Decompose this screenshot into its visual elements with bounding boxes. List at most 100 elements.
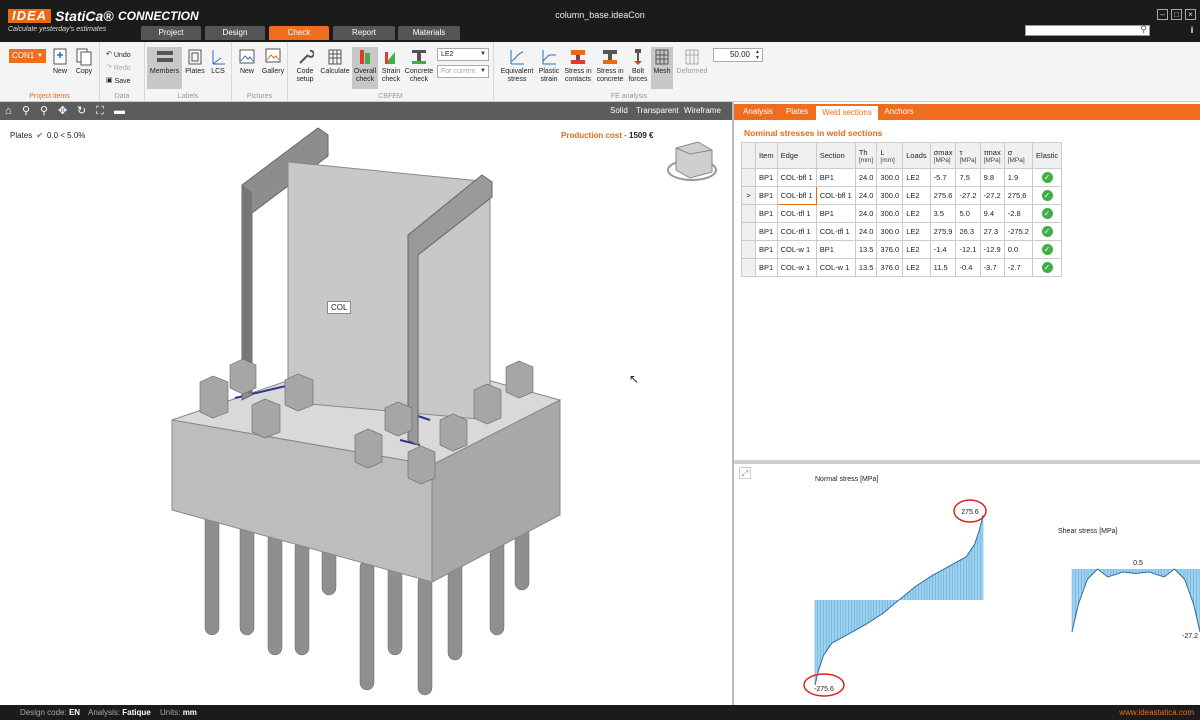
strain-check-button[interactable]: Strain check bbox=[379, 47, 403, 84]
new-picture-button[interactable]: New bbox=[236, 47, 258, 76]
tab-report[interactable]: Report bbox=[333, 26, 395, 40]
col-edge[interactable]: Edge bbox=[776, 142, 817, 169]
tab-anchors[interactable]: Anchors bbox=[880, 104, 918, 120]
table-cell: 5.0 bbox=[955, 204, 981, 223]
undo-button[interactable]: ↶ Undo bbox=[106, 49, 131, 61]
close-button[interactable]: × bbox=[1185, 9, 1196, 20]
save-button[interactable]: ▣ Save bbox=[106, 75, 131, 87]
col-th-label: Th bbox=[858, 147, 868, 157]
col-tmax-label: τmax bbox=[983, 147, 1001, 157]
col-l-label: L bbox=[880, 147, 885, 157]
view-mode-solid[interactable]: Solid bbox=[610, 106, 628, 115]
new-connection-button[interactable]: New bbox=[50, 47, 70, 76]
table-cell: BP1 bbox=[755, 168, 778, 187]
model-viewport[interactable]: Plates ✔ 0.0 < 5.0% Production cost - 1509… bbox=[0, 120, 732, 705]
table-cell: 275.6 bbox=[929, 186, 957, 205]
col-tau[interactable]: τ [MPa] bbox=[955, 142, 981, 169]
connection-selector[interactable]: CON1 ▼ bbox=[9, 49, 46, 63]
table-row[interactable]: BP1 COL-tfl 1 COL-tfl 1 24.0 300.0 LE2 275.9 26… bbox=[741, 222, 1063, 241]
col-section-label: Section bbox=[819, 151, 845, 160]
col-elastic[interactable]: Elastic bbox=[1031, 142, 1063, 169]
table-cell: 24.0 bbox=[854, 204, 878, 223]
col-section[interactable]: Section bbox=[815, 142, 856, 169]
search-input[interactable]: ⚲ bbox=[1025, 24, 1150, 36]
table-row[interactable]: BP1 COL-w 1 COL-w 1 13.5 376.0 LE2 11.5 -0.4 -3.… bbox=[741, 258, 1063, 277]
deformed-button[interactable]: Deformed bbox=[675, 47, 709, 76]
tab-plates[interactable]: Plates bbox=[780, 104, 814, 120]
col-th[interactable]: Th [mm] bbox=[854, 142, 878, 169]
maximize-button[interactable]: □ bbox=[1171, 9, 1182, 20]
tab-design[interactable]: Design bbox=[205, 26, 265, 40]
home-icon[interactable]: ⌂ bbox=[5, 104, 12, 118]
col-tau-unit: [MPa] bbox=[959, 156, 977, 164]
gallery-button[interactable]: Gallery bbox=[260, 47, 286, 76]
rotate-icon[interactable]: ↻ bbox=[77, 104, 86, 118]
table-row[interactable]: BP1 COL-w 1 BP1 13.5 376.0 LE2 -1.4 -12.1 -12.9 0… bbox=[741, 240, 1063, 259]
render-icon[interactable]: ▬ bbox=[114, 104, 125, 118]
spin-icon[interactable]: ▲ ▼ bbox=[755, 49, 760, 61]
picture-icon bbox=[239, 49, 255, 64]
minimize-button[interactable]: – bbox=[1157, 9, 1168, 20]
calculate-button[interactable]: Calculate bbox=[319, 47, 351, 76]
mesh-button[interactable]: Mesh bbox=[651, 47, 673, 89]
group-label-labels: Labels bbox=[177, 93, 199, 100]
table-row[interactable]: > BP1 COL-bfl 1 COL-bfl 1 24.0 300.0 LE2 275.6-… bbox=[741, 186, 1063, 205]
copy-connection-button[interactable]: Copy bbox=[73, 47, 95, 76]
zoom-extents-icon[interactable]: ⛶ bbox=[96, 104, 104, 118]
table-cell: -2.8 bbox=[1003, 204, 1033, 223]
col-loads[interactable]: Loads bbox=[902, 142, 931, 169]
redo-button[interactable]: ↷ Redo bbox=[106, 62, 131, 74]
pan-icon[interactable]: ✥ bbox=[58, 104, 67, 118]
info-icon[interactable]: i bbox=[1187, 25, 1197, 36]
overall-check-label: Overall check bbox=[353, 68, 377, 83]
deformation-scale-input[interactable]: 50.00 ▲ ▼ bbox=[713, 48, 763, 62]
stress-in-concrete-button[interactable]: Stress in concrete bbox=[595, 47, 625, 84]
col-tmax[interactable]: τmax [MPa] bbox=[979, 142, 1005, 169]
stress-in-contacts-button[interactable]: Stress in contacts bbox=[563, 47, 593, 84]
zoom-window-icon[interactable]: ⚲ bbox=[22, 104, 30, 118]
tab-project[interactable]: Project bbox=[141, 26, 201, 40]
tab-check[interactable]: Check bbox=[269, 26, 329, 40]
plastic-strain-button[interactable]: Plastic strain bbox=[537, 47, 561, 84]
calculate-icon bbox=[328, 49, 342, 65]
code-setup-button[interactable]: Code setup bbox=[292, 47, 318, 84]
col-item[interactable]: Item bbox=[755, 142, 778, 169]
view-mode-wireframe[interactable]: Wireframe bbox=[684, 106, 721, 115]
tab-analysis[interactable]: Analysis bbox=[738, 104, 778, 120]
concrete-check-button[interactable]: Concrete check bbox=[404, 47, 434, 84]
table-row[interactable]: BP1 COL-tfl 1 BP1 24.0 300.0 LE2 3.5 5.0 9.4 -2.8… bbox=[741, 204, 1063, 223]
chevron-down-icon: ▼ bbox=[480, 51, 486, 57]
view-cube[interactable] bbox=[667, 141, 717, 181]
mesh-label: Mesh bbox=[653, 68, 671, 75]
results-tabs: Analysis Plates Weld sections Anchors bbox=[734, 104, 1200, 120]
view-mode-transparent[interactable]: Transparent bbox=[636, 106, 679, 115]
table-cell: COL-tfl 1 bbox=[776, 222, 817, 241]
row-indicator: > bbox=[741, 186, 756, 205]
lcs-button[interactable]: LCS bbox=[208, 47, 228, 76]
zoom-icon[interactable]: ⚲ bbox=[40, 104, 48, 118]
col-smax[interactable]: σmax [MPa] bbox=[929, 142, 957, 169]
equivalent-stress-button[interactable]: Equivalent stress bbox=[499, 47, 535, 84]
bolt-forces-button[interactable]: Bolt forces bbox=[627, 47, 649, 84]
wrench-icon bbox=[299, 49, 314, 64]
website-link[interactable]: www.ideastatica.com bbox=[1119, 705, 1194, 720]
check-ok-icon: ✓ bbox=[1041, 208, 1053, 219]
table-cell: BP1 bbox=[755, 204, 778, 223]
tab-weld-sections[interactable]: Weld sections bbox=[816, 104, 878, 120]
load-effect-select[interactable]: LE2 ▼ bbox=[437, 48, 489, 61]
model-3d-view[interactable] bbox=[0, 120, 732, 705]
group-label-data: Data bbox=[114, 93, 130, 100]
col-sig[interactable]: σ [MPa] bbox=[1003, 142, 1033, 169]
table-cell: COL-bfl 1 bbox=[815, 186, 856, 205]
col-l[interactable]: L [mm] bbox=[876, 142, 904, 169]
table-cell: COL-w 1 bbox=[776, 240, 817, 259]
table-cell: LE2 bbox=[902, 258, 931, 277]
lcs-icon bbox=[212, 50, 225, 65]
members-labels-button[interactable]: Members bbox=[147, 47, 182, 89]
plates-labels-button[interactable]: Plates bbox=[184, 47, 206, 76]
tab-materials[interactable]: Materials bbox=[398, 26, 460, 40]
overall-check-button[interactable]: Overall check bbox=[352, 47, 378, 89]
table-cell: -12.1 bbox=[955, 240, 981, 259]
table-row[interactable]: BP1 COL-bfl 1 BP1 24.0 300.0 LE2 -5.7 7.5 9.8 1.9… bbox=[741, 168, 1063, 187]
for-current-select[interactable]: For current ▼ bbox=[437, 65, 489, 78]
